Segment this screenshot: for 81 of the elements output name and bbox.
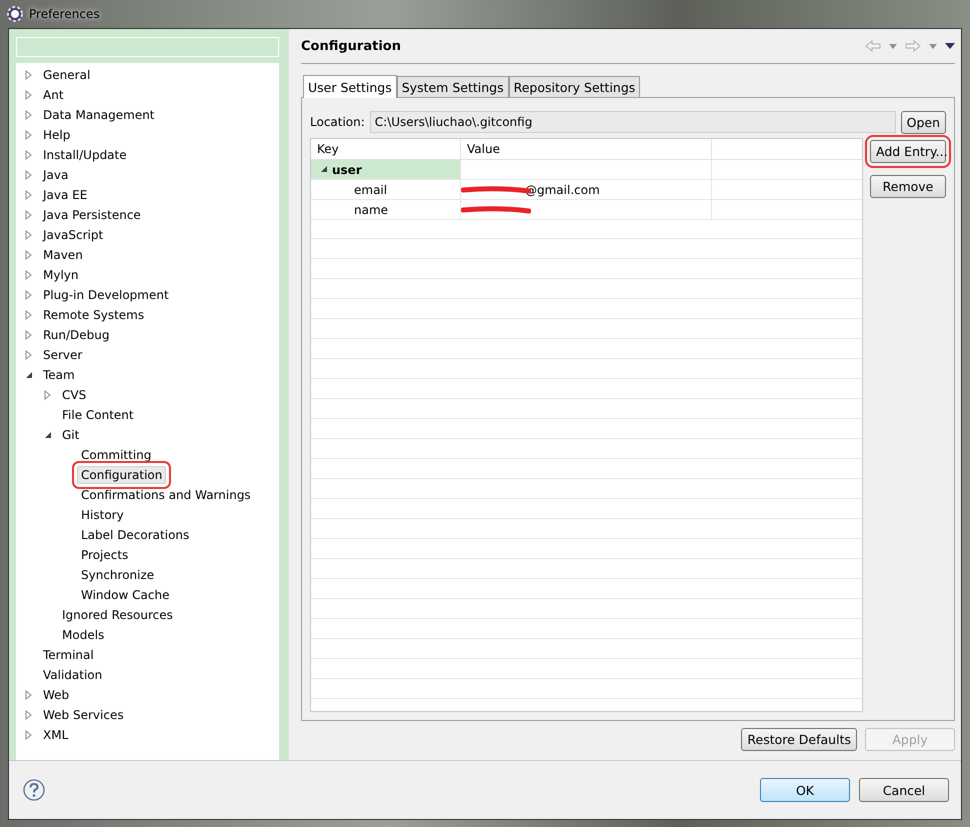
expand-icon[interactable] (24, 310, 34, 320)
cancel-button[interactable]: Cancel (859, 778, 949, 802)
expand-icon[interactable] (24, 690, 34, 700)
help-icon[interactable] (23, 779, 45, 801)
tree-item[interactable]: General (39, 66, 94, 84)
tree-item[interactable]: Committing (77, 446, 156, 464)
tree-item[interactable]: Ignored Resources (58, 606, 177, 624)
tree-item[interactable]: JavaScript (39, 226, 108, 244)
column-header[interactable]: Key (311, 139, 461, 159)
caret-icon[interactable] (929, 44, 937, 48)
expand-icon[interactable] (24, 130, 34, 140)
remove-button[interactable]: Remove (870, 175, 946, 198)
tree-item[interactable]: Plug-in Development (39, 286, 173, 304)
tree-item[interactable]: History (77, 506, 128, 524)
tree-item[interactable]: Server (39, 346, 86, 364)
filter-field[interactable] (16, 37, 279, 57)
expand-icon[interactable] (24, 350, 34, 360)
tree-item[interactable]: XML (39, 726, 72, 744)
tab[interactable]: System Settings (396, 76, 509, 97)
expand-icon[interactable] (24, 90, 34, 100)
tree-item[interactable]: Help (39, 126, 74, 144)
tree-item[interactable]: Install/Update (39, 146, 131, 164)
tree-item[interactable]: Data Management (39, 106, 159, 124)
expand-icon[interactable] (43, 390, 53, 400)
expand-icon[interactable] (24, 110, 34, 120)
tab[interactable]: Repository Settings (508, 76, 640, 97)
expand-icon[interactable] (24, 170, 34, 180)
tree-item[interactable]: Web Services (39, 706, 128, 724)
table-cell: @gmail.com (525, 182, 600, 196)
expand-icon[interactable] (24, 270, 34, 280)
expand-icon[interactable] (24, 250, 34, 260)
expand-icon[interactable] (24, 730, 34, 740)
tree-item[interactable]: Git (58, 426, 84, 444)
tree-item[interactable]: Run/Debug (39, 326, 114, 344)
tree-item[interactable]: Team (39, 366, 79, 384)
ok-button[interactable]: OK (760, 778, 850, 802)
expand-icon[interactable] (24, 150, 34, 160)
expand-icon[interactable] (24, 710, 34, 720)
tree-item[interactable]: Remote Systems (39, 306, 148, 324)
collapse-icon[interactable] (321, 166, 328, 173)
tree-item[interactable]: Synchronize (77, 566, 158, 584)
collapse-icon[interactable] (24, 370, 34, 380)
tree-item[interactable]: Projects (77, 546, 132, 564)
expand-icon[interactable] (24, 330, 34, 340)
tree-item[interactable]: Java (39, 166, 72, 184)
table-cell: name (354, 202, 388, 216)
caret-icon[interactable] (889, 44, 897, 48)
tree-item[interactable]: Validation (39, 666, 106, 684)
table-cell: email (354, 182, 388, 196)
tree-item[interactable]: Ant (39, 86, 68, 104)
back-arrow-icon[interactable] (865, 40, 881, 52)
window-title: Preferences (29, 7, 100, 21)
tree-item[interactable]: Window Cache (77, 586, 174, 604)
page-title: Configuration (301, 38, 401, 54)
expand-icon[interactable] (24, 70, 34, 80)
tree-item[interactable]: Label Decorations (77, 526, 194, 544)
open-button[interactable]: Open (900, 110, 946, 134)
tree-item[interactable]: Confirmations and Warnings (77, 486, 255, 504)
expand-icon[interactable] (24, 230, 34, 240)
menu-icon[interactable] (945, 43, 955, 49)
expand-icon[interactable] (24, 290, 34, 300)
forward-arrow-icon[interactable] (905, 40, 921, 52)
table-cell: user (332, 162, 362, 176)
restore-defaults-button[interactable]: Restore Defaults (741, 728, 857, 751)
tree-item[interactable]: Java Persistence (39, 206, 145, 224)
tree-item[interactable]: CVS (58, 386, 90, 404)
tab[interactable]: User Settings (303, 75, 397, 98)
column-header[interactable]: Value (461, 139, 712, 159)
tree-item[interactable]: Terminal (39, 646, 98, 664)
tree-item[interactable]: Web (39, 686, 74, 704)
expand-icon[interactable] (24, 190, 34, 200)
tree-item[interactable]: File Content (58, 406, 138, 424)
tree-item[interactable]: Models (58, 626, 108, 644)
location-label: Location: (310, 115, 365, 129)
tree-item[interactable]: Maven (39, 246, 87, 264)
collapse-icon[interactable] (43, 430, 53, 440)
gear-icon (6, 5, 24, 23)
tree-item[interactable]: Java EE (39, 186, 92, 204)
expand-icon[interactable] (24, 210, 34, 220)
location-field[interactable]: C:\Users\liuchao\.gitconfig (370, 111, 896, 133)
tree-item[interactable]: Mylyn (39, 266, 82, 284)
